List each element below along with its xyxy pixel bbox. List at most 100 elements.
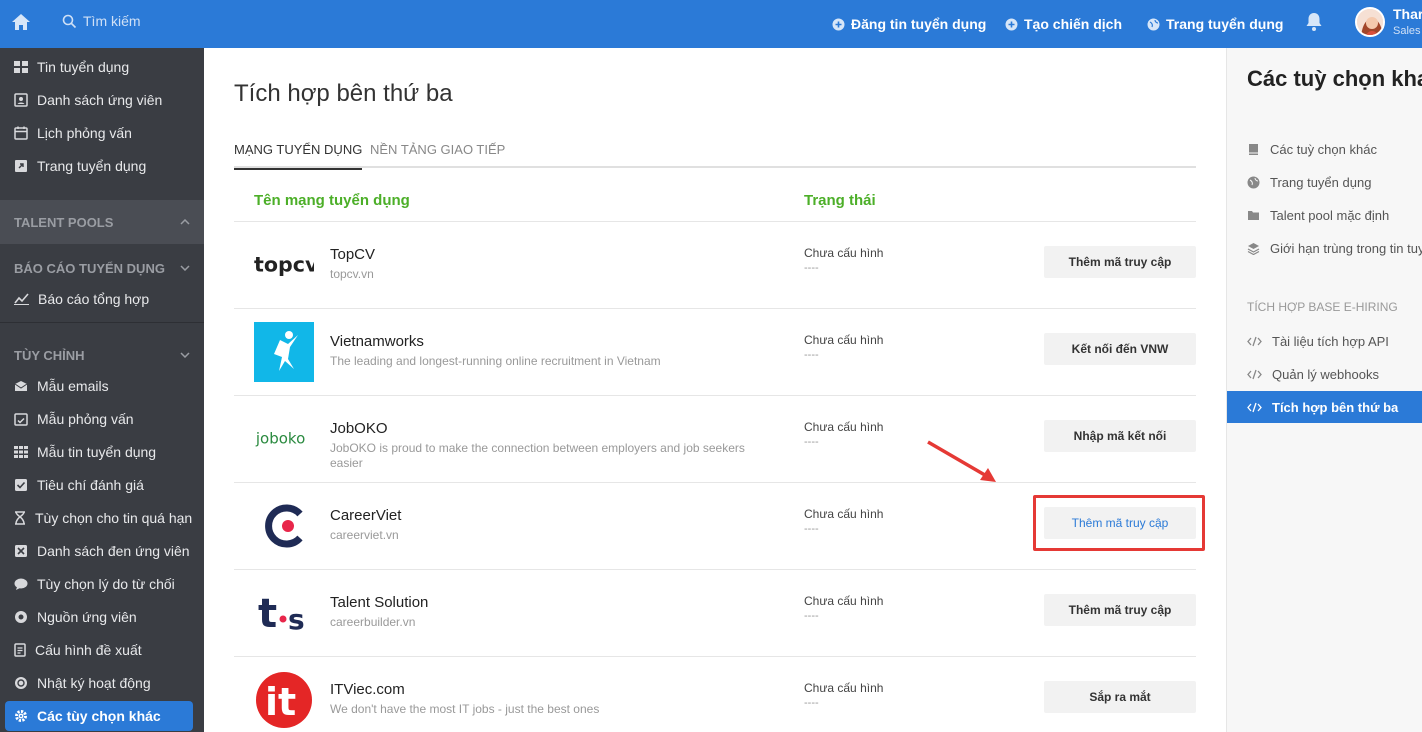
table-row: topcv TopCV topcv.vn Chưa cấu hình ---- … <box>234 222 1196 309</box>
list-grid-icon <box>14 446 28 458</box>
sidebar-item-candidates[interactable]: Danh sách ứng viên <box>0 85 204 115</box>
bell-icon[interactable] <box>1305 12 1323 35</box>
book-icon <box>1249 143 1258 155</box>
search-box[interactable] <box>62 13 243 29</box>
career-page-button[interactable]: Trang tuyển dụng <box>1147 0 1283 48</box>
sidebar-item-job-templates[interactable]: Mẫu tin tuyển dụng <box>0 437 204 467</box>
network-name: CareerViet <box>330 507 402 524</box>
sidebar-item-reject-reasons[interactable]: Tùy chọn lý do từ chối <box>0 569 204 599</box>
enter-connect-code-button[interactable]: Nhập mã kết nối <box>1044 420 1196 452</box>
post-job-button[interactable]: Đăng tin tuyển dụng <box>832 0 986 48</box>
sidebar-item-criteria[interactable]: Tiêu chí đánh giá <box>0 470 204 500</box>
network-description: careerbuilder.vn <box>330 615 416 629</box>
table-row: CareerViet careerviet.vn Chưa cấu hình -… <box>234 483 1196 570</box>
panel-item-duplicate-limit[interactable]: Giới hạn trùng trong tin tuy <box>1227 232 1422 264</box>
panel-item-other-options[interactable]: Các tuỳ chọn khác <box>1227 133 1422 165</box>
careerviet-logo <box>254 496 314 556</box>
sidebar-item-label: Tiêu chí đánh giá <box>37 477 144 493</box>
career-page-label: Trang tuyển dụng <box>1166 16 1284 32</box>
search-icon <box>62 14 77 28</box>
status-text: Chưa cấu hình <box>804 507 884 521</box>
panel-item-webhooks[interactable]: Quản lý webhooks <box>1227 358 1422 390</box>
sidebar-item-label: Các tùy chọn khác <box>37 708 161 724</box>
sidebar-section-custom[interactable]: TÙY CHỈNH <box>0 340 204 370</box>
user-name[interactable]: Thar <box>1393 6 1422 22</box>
status-detail: ---- <box>804 349 819 361</box>
tab-label: MẠNG TUYỂN DỤNG <box>234 141 363 157</box>
tab-label: NỀN TẢNG GIAO TIẾP <box>370 141 506 157</box>
sidebar-item-jobs[interactable]: Tin tuyển dụng <box>0 52 204 82</box>
joboko-logo: joboko <box>254 409 314 469</box>
sidebar-item-proposal-config[interactable]: Cấu hình đề xuất <box>0 635 204 665</box>
sidebar-item-other-options[interactable]: Các tùy chọn khác <box>5 701 193 731</box>
sidebar-item-label: Mẫu phỏng vấn <box>37 411 134 427</box>
sidebar-item-summary-report[interactable]: Báo cáo tổng hợp <box>0 284 204 314</box>
network-description: We don't have the most IT jobs - just th… <box>330 702 600 716</box>
table-row: Vietnamworks The leading and longest-run… <box>234 309 1196 396</box>
network-name: Talent Solution <box>330 594 429 611</box>
plus-circle-icon <box>1005 18 1018 30</box>
coming-soon-button[interactable]: Sắp ra mắt <box>1044 681 1196 713</box>
panel-item-third-party[interactable]: Tích hợp bên thứ ba <box>1227 391 1422 423</box>
sidebar-item-interview-templates[interactable]: Mẫu phỏng vấn <box>0 404 204 434</box>
chevron-up-icon <box>180 219 190 225</box>
panel-item-default-talent-pool[interactable]: Talent pool mặc định <box>1227 199 1422 231</box>
calendar-icon <box>14 126 28 140</box>
sidebar-item-interviews[interactable]: Lịch phỏng vấn <box>0 118 204 148</box>
sidebar-item-label: Lịch phỏng vấn <box>37 125 132 141</box>
add-access-code-button[interactable]: Thêm mã truy cập <box>1044 507 1196 539</box>
sidebar-item-label: Nguồn ứng viên <box>37 609 137 625</box>
hourglass-icon <box>15 511 25 525</box>
activity-icon <box>15 677 27 689</box>
panel-item-career-page[interactable]: Trang tuyển dụng <box>1227 166 1422 198</box>
user-role: Sales <box>1393 25 1421 37</box>
panel-item-label: Trang tuyển dụng <box>1270 174 1372 190</box>
sidebar-item-label: Tùy chọn cho tin quá hạn <box>35 510 193 526</box>
section-label: TÙY CHỈNH <box>14 347 85 363</box>
sidebar-item-label: Trang tuyển dụng <box>37 158 147 174</box>
vietnamworks-logo <box>254 322 314 382</box>
person-card-icon <box>14 93 28 107</box>
sidebar-item-candidate-sources[interactable]: Nguồn ứng viên <box>0 602 204 632</box>
sidebar-item-email-templates[interactable]: Mẫu emails <box>0 371 204 401</box>
main-content: Tích hợp bên thứ ba MẠNG TUYỂN DỤNG NỀN … <box>204 48 1226 732</box>
network-description: JobOKO is proud to make the connection b… <box>330 441 745 470</box>
globe-icon <box>1247 176 1260 188</box>
add-access-code-button[interactable]: Thêm mã truy cập <box>1044 246 1196 278</box>
sidebar-section-reports[interactable]: BÁO CÁO TUYỂN DỤNG <box>0 253 204 283</box>
create-campaign-label: Tạo chiến dịch <box>1024 16 1123 32</box>
document-icon <box>14 643 26 657</box>
panel-item-label: Tài liệu tích hợp API <box>1272 333 1389 349</box>
talent-solution-logo: ts <box>254 583 314 643</box>
status-text: Chưa cấu hình <box>804 333 884 347</box>
sidebar-section-talent-pools[interactable]: TALENT POOLS <box>0 200 204 244</box>
add-access-code-button[interactable]: Thêm mã truy cập <box>1044 594 1196 626</box>
code-icon <box>1247 336 1262 346</box>
sidebar-item-label: Mẫu tin tuyển dụng <box>37 444 157 460</box>
create-campaign-button[interactable]: Tạo chiến dịch <box>1005 0 1122 48</box>
panel-section-label: TÍCH HỢP BASE E-HIRING <box>1247 300 1398 314</box>
globe-icon <box>1147 18 1160 30</box>
sidebar-item-activity-log[interactable]: Nhật ký hoạt động <box>0 668 204 698</box>
sidebar-item-label: Cấu hình đề xuất <box>35 642 142 658</box>
sidebar-item-career-page[interactable]: Trang tuyển dụng <box>0 151 204 181</box>
code-icon <box>1247 402 1262 412</box>
status-detail: ---- <box>804 523 819 535</box>
calendar-check-icon <box>14 413 28 426</box>
search-input[interactable] <box>83 13 243 29</box>
tab-recruitment-networks[interactable]: MẠNG TUYỂN DỤNG <box>234 130 363 170</box>
comment-icon <box>14 578 28 590</box>
panel-item-label: Các tuỳ chọn khác <box>1270 141 1377 157</box>
avatar[interactable] <box>1355 7 1385 37</box>
tab-bar: MẠNG TUYỂN DỤNG NỀN TẢNG GIAO TIẾP <box>234 130 1196 170</box>
source-icon <box>15 611 27 623</box>
tab-communication-platforms[interactable]: NỀN TẢNG GIAO TIẾP <box>370 130 505 168</box>
home-icon[interactable] <box>10 11 32 33</box>
grid-icon <box>14 61 28 73</box>
network-description: careerviet.vn <box>330 528 399 542</box>
panel-item-api-docs[interactable]: Tài liệu tích hợp API <box>1227 325 1422 357</box>
connect-vnw-button[interactable]: Kết nối đến VNW <box>1044 333 1196 365</box>
sidebar-item-blacklist[interactable]: Danh sách đen ứng viên <box>0 536 204 566</box>
gear-icon <box>15 710 27 722</box>
sidebar-item-expired-options[interactable]: Tùy chọn cho tin quá hạn <box>0 503 204 533</box>
